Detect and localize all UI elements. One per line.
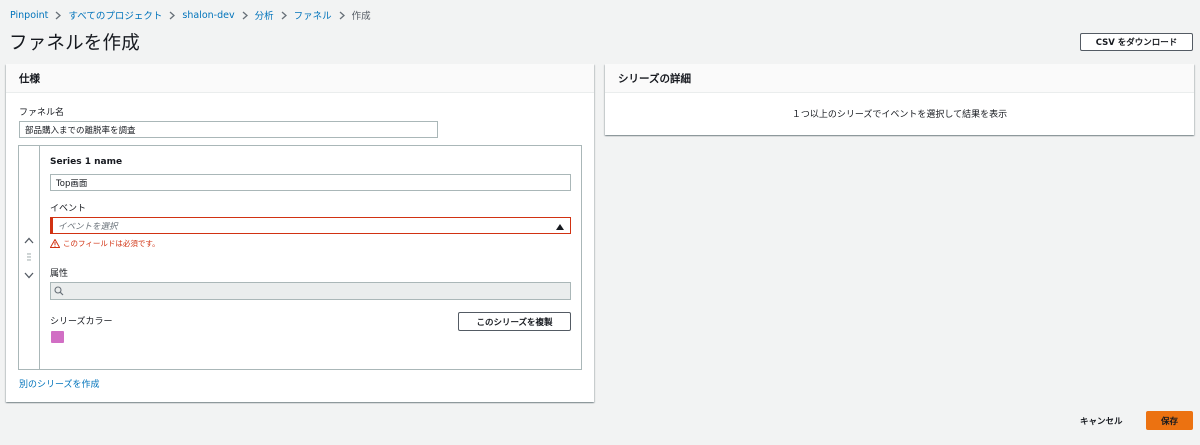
spec-panel: 仕様 ファネル名 部品購入までの離脱率を調査 Series 1 name Top… (6, 64, 594, 402)
series-name-label: Series 1 name (50, 157, 123, 167)
chevron-right-icon (55, 11, 62, 20)
attribute-search-input[interactable] (50, 282, 571, 300)
breadcrumb-link-pinpoint[interactable]: Pinpoint (10, 10, 48, 21)
series-color-swatch[interactable] (51, 331, 64, 343)
cancel-button[interactable]: キャンセル (1080, 415, 1123, 427)
event-select[interactable]: イベントを選択 (50, 217, 571, 234)
search-icon (54, 286, 64, 296)
breadcrumb-link-analytics[interactable]: 分析 (255, 8, 274, 22)
save-button[interactable]: 保存 (1146, 411, 1193, 430)
breadcrumb-link-project[interactable]: shalon-dev (182, 10, 234, 21)
csv-download-button[interactable]: CSV をダウンロード (1080, 33, 1193, 51)
series-card: Series 1 name Top画面 イベント イベントを選択 このフィールド… (18, 145, 582, 370)
event-error-message: このフィールドは必須です。 (50, 238, 160, 249)
drag-handle-icon[interactable] (23, 252, 35, 262)
series-color-label: シリーズカラー (50, 317, 113, 327)
series-detail-empty-message: １つ以上のシリーズでイベントを選択して結果を表示 (791, 110, 1008, 120)
breadcrumb: Pinpoint すべてのプロジェクト shalon-dev 分析 ファネル 作… (10, 8, 371, 23)
chevron-up-icon[interactable] (23, 235, 35, 245)
breadcrumb-link-funnels[interactable]: ファネル (294, 8, 332, 22)
breadcrumb-current: 作成 (351, 11, 371, 22)
chevron-right-icon (169, 11, 176, 20)
event-error-text: このフィールドは必須です。 (63, 239, 160, 248)
warning-icon (50, 239, 60, 248)
chevron-right-icon (242, 11, 248, 20)
chevron-down-icon[interactable] (23, 270, 35, 280)
funnel-name-label: ファネル名 (19, 108, 65, 118)
chevron-right-icon (281, 11, 287, 20)
funnel-name-input[interactable]: 部品購入までの離脱率を調査 (19, 121, 438, 138)
attribute-label: 属性 (50, 269, 69, 279)
add-series-link[interactable]: 別のシリーズを作成 (19, 377, 100, 390)
page-title: ファネルを作成 (9, 33, 140, 54)
duplicate-series-button[interactable]: このシリーズを複製 (458, 312, 571, 331)
series-reorder-handle[interactable] (19, 146, 40, 369)
series-detail-panel: シリーズの詳細 １つ以上のシリーズでイベントを選択して結果を表示 (605, 64, 1194, 135)
event-select-placeholder: イベントを選択 (58, 221, 118, 232)
chevron-right-icon (339, 11, 345, 20)
spec-panel-title: 仕様 (6, 64, 594, 93)
breadcrumb-link-all-projects[interactable]: すべてのプロジェクト (68, 8, 162, 22)
series-name-input[interactable]: Top画面 (50, 174, 571, 191)
event-label: イベント (50, 204, 87, 214)
caret-up-icon (556, 223, 564, 233)
series-detail-title: シリーズの詳細 (605, 64, 1194, 93)
